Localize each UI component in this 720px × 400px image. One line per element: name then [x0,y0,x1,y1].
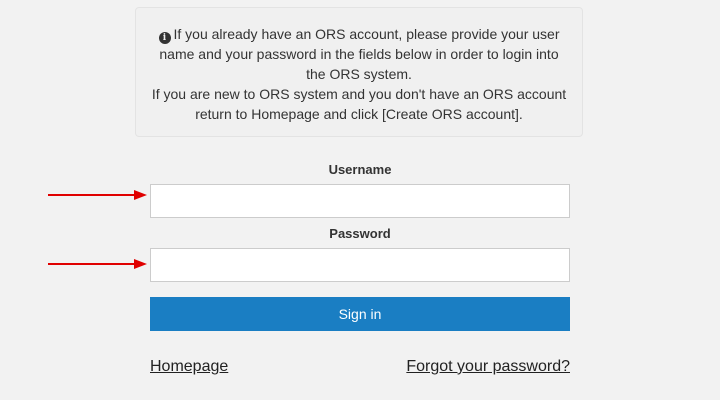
sign-in-button[interactable]: Sign in [150,297,570,331]
username-label: Username [328,162,392,177]
info-text-existing-user: If you already have an ORS account, plea… [159,26,560,82]
homepage-link[interactable]: Homepage [150,357,228,377]
annotation-arrow-password [48,259,147,269]
info-message-box: i If you already have an ORS account, ple… [135,7,583,137]
login-page: i If you already have an ORS account, ple… [0,0,720,400]
password-input[interactable] [150,248,570,282]
annotation-arrow-username [48,190,147,200]
forgot-password-link[interactable]: Forgot your password? [406,357,570,377]
info-text-new-user: If you are new to ORS system and you don… [151,86,567,122]
info-circle-icon: i [158,32,171,44]
username-input[interactable] [150,184,570,218]
password-label: Password [329,226,391,241]
